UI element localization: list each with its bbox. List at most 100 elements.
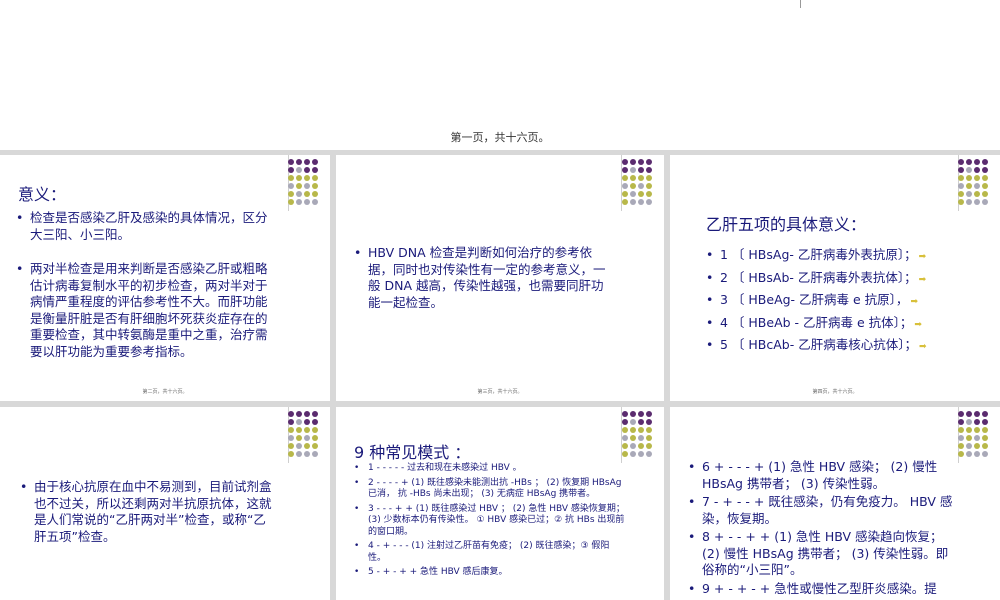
slide-footer: 第四页，共十六页。 [812, 389, 858, 395]
dot [966, 419, 972, 425]
list-item: • 4 〔 HBeAb - 乙肝病毒 e 抗体〕； ➡ [706, 314, 922, 330]
slide-footer: 第三页，共十六页。 [477, 389, 523, 395]
dot-pattern-icon [622, 411, 656, 457]
dot [982, 191, 988, 197]
list-item: • 8 + - - + + (1) 急性 HBV 感染趋向恢复； (2) 慢性 H… [688, 529, 949, 577]
arrow-icon: ➡ [918, 342, 927, 352]
slide-4[interactable]: 乙肝五项的具体意义： • 1 〔 HBsAg- 乙肝病毒外表抗原〕； ➡ • 2 〔 … [670, 155, 1000, 401]
dot [646, 167, 652, 173]
dot [312, 167, 318, 173]
slide-7[interactable]: • 6 + - - - + (1) 急性 HBV 感染； (2) 慢性 HBsAg… [670, 407, 1000, 600]
dot [974, 419, 980, 425]
dot [312, 451, 318, 457]
dot [646, 191, 652, 197]
dot [974, 175, 980, 181]
dot [982, 175, 988, 181]
list-item: • 6 + - - - + (1) 急性 HBV 感染； (2) 慢性 HBsAg… [688, 459, 938, 491]
slide-6[interactable]: 9 种常见模式 ： • 1 - - - - - 过去和现在未感染过 HBV 。 •… [336, 407, 664, 600]
slide-3[interactable]: • HBV DNA 检查是判断如何治疗的参考依据，同时也对传染性有一定的参考意义，… [336, 155, 664, 401]
dot [638, 443, 644, 449]
dot [974, 451, 980, 457]
dot [638, 191, 644, 197]
dot [958, 159, 964, 165]
dot [646, 159, 652, 165]
dot [966, 411, 972, 417]
dot [296, 167, 302, 173]
dot [296, 419, 302, 425]
dot [288, 167, 294, 173]
dot [646, 427, 652, 433]
slide-2[interactable]: 意义： • 检查是否感染乙肝及感染的具体情况，区分大三阳、小三阳。 • 两对半检查是… [0, 155, 330, 401]
dot [638, 419, 644, 425]
dot [304, 451, 310, 457]
bullet-list: • 1 〔 HBsAg- 乙肝病毒外表抗原〕； ➡ • 2 〔 HBsAb- 乙肝病毒… [706, 245, 986, 358]
dot [974, 167, 980, 173]
bullet-list: • 1 - - - - - 过去和现在未感染过 HBV 。 • 2 - - - - … [354, 463, 626, 579]
dot [304, 419, 310, 425]
dot-pattern-icon [288, 411, 322, 457]
dot [966, 183, 972, 189]
dot [958, 435, 964, 441]
dot [966, 451, 972, 457]
dot [974, 427, 980, 433]
dot [974, 199, 980, 205]
dot [288, 427, 294, 433]
dot [958, 443, 964, 449]
dot [974, 159, 980, 165]
dot [312, 183, 318, 189]
dot [982, 443, 988, 449]
bullet-list: • HBV DNA 检查是判断如何治疗的参考依据，同时也对传染性有一定的参考意义，… [354, 245, 614, 311]
dot [958, 183, 964, 189]
dot [304, 199, 310, 205]
dot [966, 199, 972, 205]
dot [974, 191, 980, 197]
dot [304, 443, 310, 449]
dot [974, 183, 980, 189]
dot [296, 443, 302, 449]
dot [630, 199, 636, 205]
slide-5[interactable]: • 由于核心抗原在血中不易测到，目前试剂盒也不过关，所以还剩两对半抗原抗体，这就是… [0, 407, 330, 600]
dot [958, 167, 964, 173]
dot [288, 419, 294, 425]
arrow-icon: ➡ [918, 252, 927, 262]
dot [622, 159, 628, 165]
dot [646, 199, 652, 205]
list-item: • 由于核心抗原在血中不易测到，目前试剂盒也不过关，所以还剩两对半抗原抗体，这就是… [20, 479, 272, 544]
dot [638, 427, 644, 433]
list-item: • 3 〔 HBeAg- 乙肝病毒 e 抗原〕， ➡ [706, 292, 918, 307]
dot [296, 159, 302, 165]
divider [800, 0, 801, 8]
list-item: • 2 - - - - + (1) 既往感染未能测出抗 -HBs ； (2) 恢复… [354, 477, 622, 500]
dot [622, 175, 628, 181]
dot [312, 175, 318, 181]
dot [622, 199, 628, 205]
dot [288, 443, 294, 449]
dot [646, 451, 652, 457]
dot [646, 435, 652, 441]
list-item: • 两对半检查是用来判断是否感染乙肝或粗略估计病毒复制水平的初步检查，两对半对于病… [16, 261, 268, 359]
list-item: • 3 - - - + + (1) 既往感染过 HBV ； (2) 急性 HBV … [354, 503, 625, 537]
dot [622, 191, 628, 197]
dot [638, 411, 644, 417]
dot [630, 183, 636, 189]
dot [312, 199, 318, 205]
dot [630, 191, 636, 197]
bullet-list: • 检查是否感染乙肝及感染的具体情况，区分大三阳、小三阳。 • 两对半检查是用来判断… [16, 210, 278, 360]
dot [288, 451, 294, 457]
dot [288, 191, 294, 197]
list-item: • 5 - + - + + 急性 HBV 感后康复。 [354, 567, 508, 577]
dot [958, 419, 964, 425]
dot [622, 183, 628, 189]
dot [630, 167, 636, 173]
dot [288, 183, 294, 189]
dot [958, 451, 964, 457]
dot [974, 443, 980, 449]
dot [982, 199, 988, 205]
dot [958, 175, 964, 181]
dot [638, 167, 644, 173]
dot [638, 451, 644, 457]
list-item: • HBV DNA 检查是判断如何治疗的参考依据，同时也对传染性有一定的参考意义，… [354, 245, 606, 310]
dot [312, 419, 318, 425]
dot [966, 167, 972, 173]
dot [646, 443, 652, 449]
